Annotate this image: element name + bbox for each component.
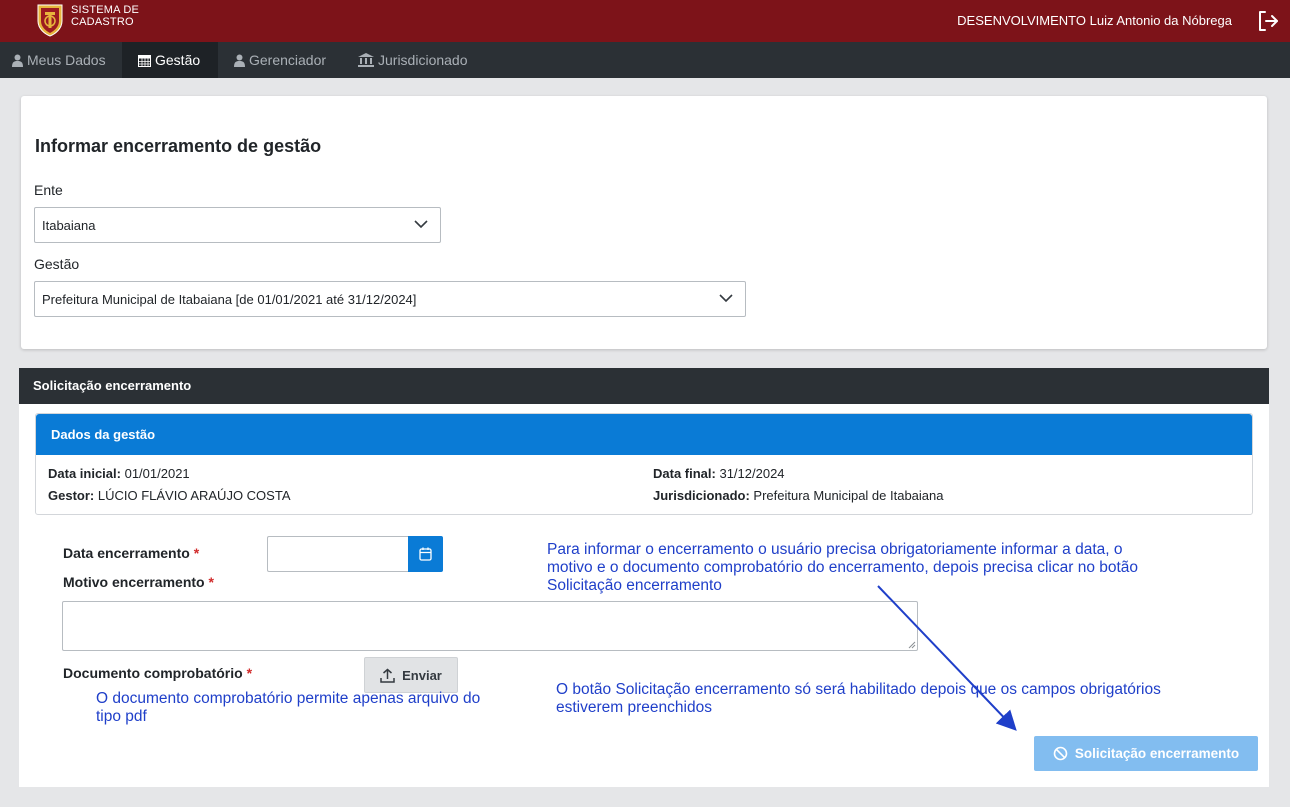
logo-icon [37,4,63,37]
jurisdicionado: Jurisdicionado: Prefeitura Municipal de … [653,488,943,503]
form-card: Informar encerramento de gestão Ente Ita… [21,96,1267,349]
dados-gestao-panel: Dados da gestão Data inicial: 01/01/2021… [35,413,1253,515]
documento-text: Documento comprobatório [63,665,243,681]
user-icon [12,54,23,67]
documento-label: Documento comprobatório * [63,665,252,681]
ente-value: Itabaiana [42,217,96,233]
top-bar: SISTEMA DE CADASTRO DESENVOLVIMENTO Luiz… [0,0,1290,42]
calendar-icon [419,547,432,561]
data-final-label: Data final: [653,466,716,481]
nav-meus-dados[interactable]: Meus Dados [0,42,118,78]
brand-line1: SISTEMA DE [71,4,140,16]
ente-label: Ente [34,182,63,198]
gestor: Gestor: LÚCIO FLÁVIO ARAÚJO COSTA [48,488,291,503]
submit-label: Solicitação encerramento [1074,746,1240,761]
chevron-down-icon [414,220,428,229]
resize-handle-icon[interactable] [907,640,916,649]
calendar-button[interactable] [408,536,443,572]
gestor-value: LÚCIO FLÁVIO ARAÚJO COSTA [97,488,291,503]
annotation-button-disabled: O botão Solicitação encerramento só será… [556,681,1161,716]
motivo-text: Motivo encerramento [63,574,205,590]
data-inicial: Data inicial: 01/01/2021 [48,466,190,481]
user-name: DESENVOLVIMENTO Luiz Antonio da Nóbrega [957,13,1232,28]
required-mark: * [246,665,253,681]
motivo-label: Motivo encerramento * [63,574,214,590]
user-icon [234,54,245,67]
jurisdicionado-label: Jurisdicionado: [653,488,750,503]
nav-label: Gestão [155,52,201,68]
nav-gestao[interactable]: Gestão [122,42,218,78]
ban-icon [1053,746,1068,761]
gestao-label: Gestão [34,256,80,272]
logout-icon[interactable] [1256,9,1280,33]
dados-gestao-title: Dados da gestão [36,414,1252,455]
data-encerramento-input[interactable] [267,536,409,572]
page-title: Informar encerramento de gestão [35,136,322,156]
section-header: Solicitação encerramento [19,368,1269,404]
solicitacao-encerramento-button[interactable]: Solicitação encerramento [1034,736,1258,771]
nav-label: Gerenciador [249,52,327,68]
bank-icon [358,53,374,67]
enviar-button[interactable]: Enviar [364,657,458,693]
nav-label: Meus Dados [27,52,106,68]
data-inicial-value: 01/01/2021 [124,466,190,481]
upload-icon [380,668,395,683]
annotation-required-fields: Para informar o encerramento o usuário p… [547,541,1139,594]
gestao-value: Prefeitura Municipal de Itabaiana [de 01… [42,291,417,307]
brand-line2: CADASTRO [71,16,134,28]
nav-jurisdicionado[interactable]: Jurisdicionado [346,42,480,78]
chevron-down-icon [719,294,733,303]
motivo-textarea[interactable] [62,601,918,651]
data-final-value: 31/12/2024 [719,466,785,481]
nav-gerenciador[interactable]: Gerenciador [222,42,338,78]
data-encerramento-text: Data encerramento [63,545,190,561]
ente-select[interactable]: Itabaiana [34,207,441,243]
data-encerramento-label: Data encerramento * [63,545,199,561]
required-mark: * [208,574,214,590]
gestao-select[interactable]: Prefeitura Municipal de Itabaiana [de 01… [34,281,746,317]
brand-name: SISTEMA DE CADASTRO [71,4,139,28]
annotation-pdf-only: O documento comprobatório permite apenas… [96,690,481,725]
data-final: Data final: 31/12/2024 [653,466,785,481]
main-nav: Meus Dados Gestão Gerenciador Jurisdicio… [0,42,1290,78]
calendar-icon [138,54,151,67]
required-mark: * [193,545,200,561]
nav-label: Jurisdicionado [378,52,468,68]
data-inicial-label: Data inicial: [48,466,121,481]
gestor-label: Gestor: [48,488,95,503]
enviar-label: Enviar [402,667,442,683]
jurisdicionado-value: Prefeitura Municipal de Itabaiana [753,488,944,503]
